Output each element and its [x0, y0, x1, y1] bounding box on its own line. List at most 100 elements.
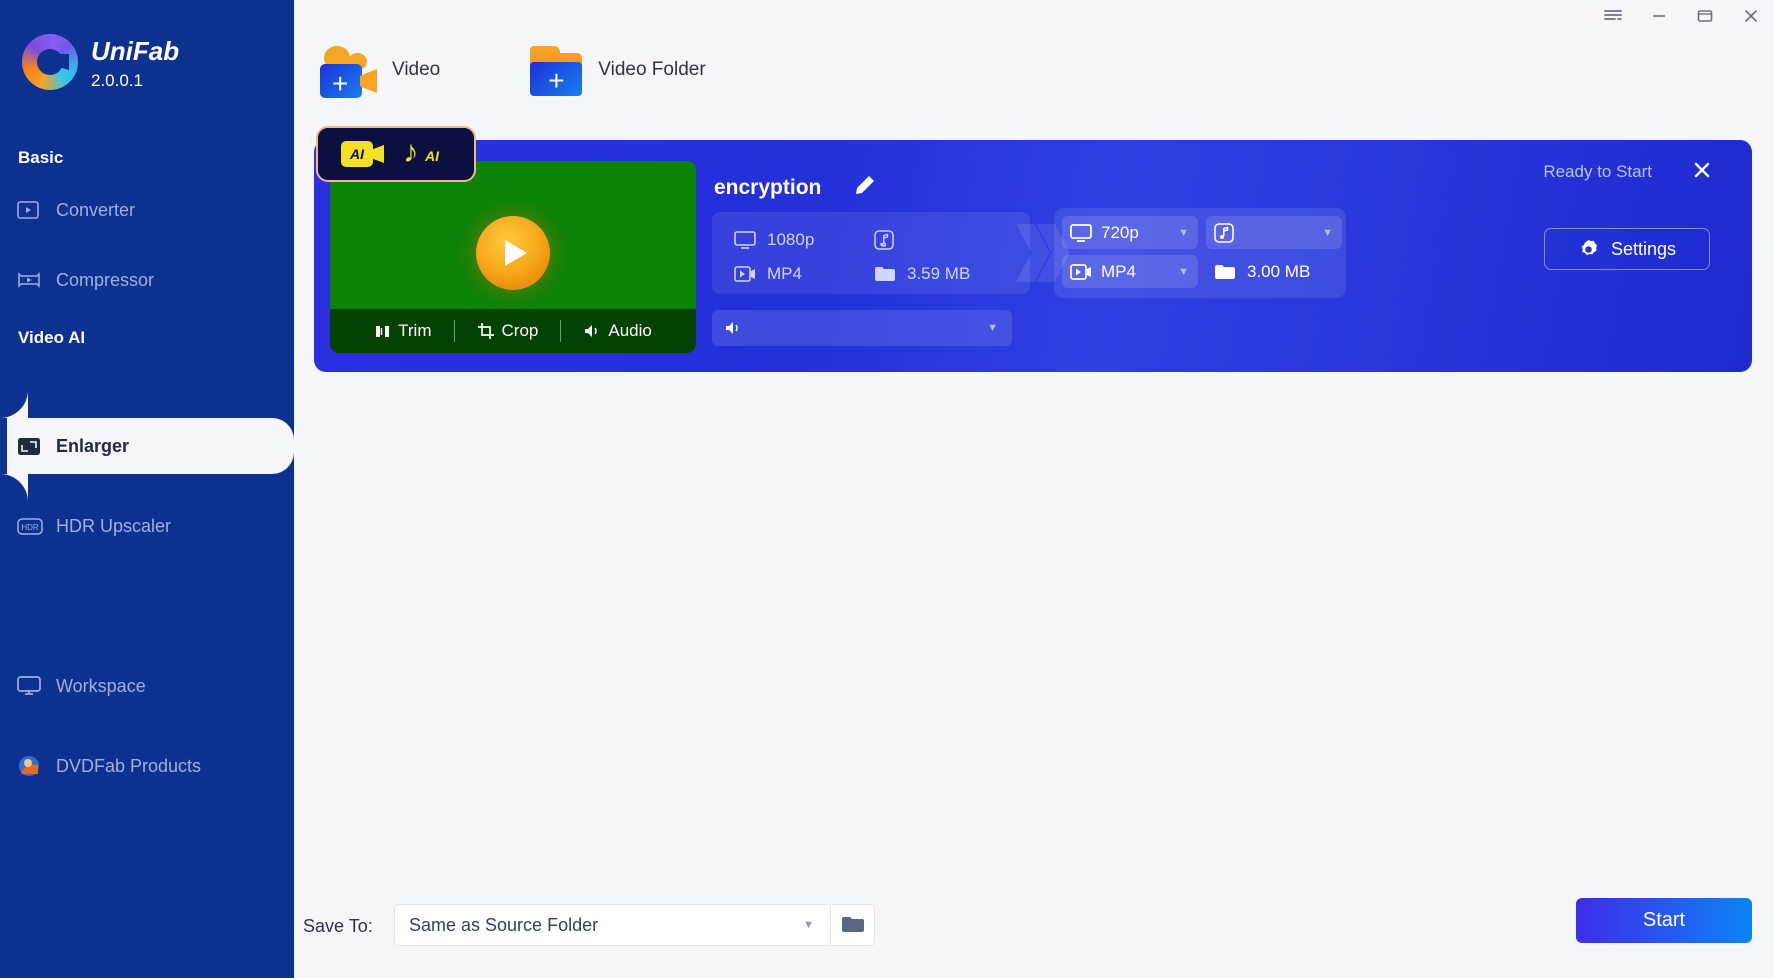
- video-format-icon: [1070, 263, 1091, 280]
- start-button[interactable]: Start: [1576, 898, 1752, 943]
- video-ai-icon: AI: [341, 141, 384, 167]
- sidebar-item-label: Converter: [56, 199, 136, 220]
- source-size: 3.59 MB: [874, 264, 1014, 284]
- chevron-down-icon: ▼: [987, 322, 998, 334]
- trim-button[interactable]: Trim: [352, 321, 453, 341]
- folder-icon: [875, 267, 895, 281]
- gear-icon: [1581, 239, 1598, 255]
- audio-ai-icon: ♪ AI: [403, 134, 439, 169]
- save-to-label: Save To:: [303, 916, 373, 936]
- music-note-icon: [874, 230, 894, 250]
- monitor-icon: [17, 676, 47, 696]
- source-info: 1080p MP4 3.59 MB: [712, 212, 1030, 294]
- minimize-icon[interactable]: [1636, 0, 1682, 32]
- music-note-icon: [1214, 222, 1234, 243]
- chevron-down-icon: ▼: [1178, 226, 1189, 239]
- audio-ai-label: AI: [425, 148, 439, 164]
- source-format-value: MP4: [767, 264, 802, 283]
- unifab-logo-icon: [22, 34, 78, 90]
- start-label: Start: [1642, 909, 1686, 931]
- add-folder-icon: +: [528, 42, 584, 98]
- trim-label: Trim: [398, 321, 432, 340]
- target-size: 3.00 MB: [1206, 255, 1342, 288]
- source-size-value: 3.59 MB: [907, 264, 971, 283]
- video-format-icon: [734, 266, 755, 282]
- app-logo: UniFab 2.0.0.1: [22, 34, 179, 94]
- crop-button[interactable]: Crop: [455, 321, 561, 341]
- status-badge: Ready to Start: [1543, 162, 1652, 181]
- monitor-icon: [734, 231, 756, 249]
- add-video-folder-label: Video Folder: [598, 59, 706, 80]
- crop-label: Crop: [501, 321, 539, 340]
- hamburger-icon[interactable]: [1590, 0, 1636, 32]
- app-name: UniFab: [91, 36, 180, 66]
- source-resolution: 1080p: [734, 230, 874, 250]
- audio-icon: [585, 325, 598, 337]
- sidebar-item-enlarger[interactable]: Enlarger: [0, 418, 294, 474]
- app-window: UniFab 2.0.0.1 Basic Converter Compresso…: [0, 0, 1774, 978]
- window-titlebar: [294, 0, 1774, 32]
- sidebar-group-video-ai: Video AI: [18, 328, 86, 347]
- thumbnail-tool-bar: Trim Crop Audio: [330, 309, 696, 353]
- maximize-icon[interactable]: [1682, 0, 1728, 32]
- main-content: + Video + Video Folder Trim Crop Audio A…: [294, 0, 1774, 978]
- video-ai-label: AI: [341, 141, 373, 167]
- sidebar-group-basic: Basic: [18, 148, 64, 167]
- sidebar-item-label: Enlarger: [56, 435, 130, 456]
- add-video-icon: +: [316, 42, 378, 98]
- save-to-value: Same as Source Folder: [409, 914, 599, 935]
- trim-icon: [376, 325, 390, 337]
- close-icon[interactable]: [1728, 0, 1774, 32]
- add-video-label: Video: [392, 59, 441, 80]
- crop-icon: [477, 323, 494, 339]
- target-audio-select[interactable]: ▼: [1206, 216, 1342, 249]
- folder-icon: [1215, 264, 1235, 279]
- audio-button[interactable]: Audio: [561, 321, 673, 341]
- sidebar-item-label: Workspace: [56, 675, 146, 696]
- speaker-icon: [726, 322, 738, 334]
- add-video-folder-button[interactable]: + Video Folder: [528, 42, 706, 98]
- monitor-icon: [1070, 223, 1092, 242]
- target-size-value: 3.00 MB: [1247, 261, 1311, 281]
- chevron-down-icon: ▼: [1322, 226, 1333, 239]
- sidebar-item-converter[interactable]: Converter: [0, 182, 294, 238]
- enlarger-icon: [17, 437, 47, 456]
- pencil-icon[interactable]: [854, 174, 876, 201]
- video-thumbnail[interactable]: Trim Crop Audio: [330, 161, 696, 353]
- play-button[interactable]: [476, 216, 550, 291]
- add-video-button[interactable]: + Video: [316, 42, 440, 98]
- dvdfab-icon: [17, 754, 47, 778]
- remove-task-button[interactable]: [1692, 160, 1712, 185]
- folder-icon: [841, 917, 864, 932]
- source-resolution-value: 1080p: [767, 230, 815, 249]
- sidebar-item-label: DVDFab Products: [56, 755, 202, 776]
- target-info: 720p ▼ MP4 ▼ ▼ 3.00 MB: [1054, 208, 1346, 298]
- audio-track-select[interactable]: ▼: [712, 310, 1012, 346]
- source-format: MP4: [734, 264, 874, 284]
- chevron-down-icon: ▼: [803, 919, 814, 931]
- sidebar-item-workspace[interactable]: Workspace: [0, 658, 294, 714]
- task-card: Trim Crop Audio AI ♪ AI encryption 1080p…: [314, 126, 1752, 372]
- settings-button[interactable]: Settings: [1544, 228, 1710, 270]
- browse-folder-button[interactable]: [831, 904, 875, 946]
- target-format-value: MP4: [1101, 261, 1136, 281]
- svg-text:HDR: HDR: [21, 523, 39, 532]
- target-resolution-select[interactable]: 720p ▼: [1062, 216, 1198, 249]
- hdr-icon: HDR: [17, 517, 47, 535]
- bottom-bar: Save To: Same as Source Folder ▼ Start: [294, 878, 1774, 978]
- ai-badge: AI ♪ AI: [316, 126, 476, 182]
- source-audio: [874, 230, 1014, 250]
- chevron-down-icon: ▼: [1178, 265, 1189, 278]
- save-to-select[interactable]: Same as Source Folder ▼: [394, 904, 831, 946]
- compressor-icon: [17, 271, 47, 289]
- task-title: encryption: [714, 176, 822, 199]
- sidebar-item-hdr-upscaler[interactable]: HDR HDR Upscaler: [0, 498, 294, 554]
- sidebar-item-label: Compressor: [56, 269, 155, 290]
- target-format-select[interactable]: MP4 ▼: [1062, 255, 1198, 288]
- sidebar-item-compressor[interactable]: Compressor: [0, 252, 294, 308]
- sidebar-item-dvdfab-products[interactable]: DVDFab Products: [0, 738, 294, 794]
- settings-label: Settings: [1610, 238, 1677, 259]
- sidebar: UniFab 2.0.0.1 Basic Converter Compresso…: [0, 0, 294, 978]
- add-source-toolbar: + Video + Video Folder: [316, 42, 706, 98]
- sidebar-item-label: HDR Upscaler: [56, 515, 172, 536]
